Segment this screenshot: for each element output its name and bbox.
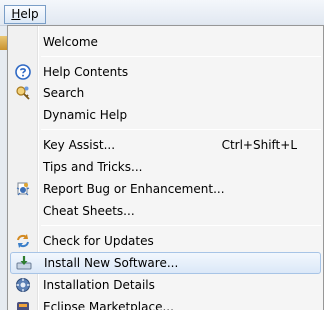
menu-item-tips-and-tricks[interactable]: Tips and Tricks... <box>10 156 321 178</box>
menu-item-report-bug[interactable]: Report Bug or Enhancement... <box>10 178 321 200</box>
install-software-icon <box>16 255 32 271</box>
update-arrows-icon <box>15 233 31 249</box>
help-menu-button[interactable]: Help <box>4 5 46 24</box>
menu-item-label: Installation Details <box>43 278 155 292</box>
menu-item-help-contents[interactable]: Help Contents <box>10 61 321 83</box>
menu-item-label: Cheat Sheets... <box>43 204 135 218</box>
bug-report-icon <box>15 181 31 197</box>
menu-item-install-new-software[interactable]: Install New Software... <box>10 252 321 274</box>
menu-item-label: Welcome <box>43 35 98 49</box>
menu-separator <box>41 225 321 226</box>
menu-item-label: Eclipse Marketplace... <box>43 300 174 310</box>
menu-item-check-for-updates[interactable]: Check for Updates <box>10 230 321 252</box>
installation-details-icon <box>15 277 31 293</box>
menu-item-label: Tips and Tricks... <box>43 160 143 174</box>
search-key-icon <box>15 85 31 101</box>
menu-bar: Help <box>0 0 324 26</box>
menu-item-label: Install New Software... <box>44 256 179 270</box>
menu-item-label: Key Assist... <box>43 138 116 152</box>
menu-item-welcome[interactable]: Welcome <box>10 31 321 53</box>
help-menu-mnemonic: H <box>11 7 21 21</box>
question-circle-icon <box>15 64 31 80</box>
menu-item-label: Dynamic Help <box>43 108 128 122</box>
menu-item-label: Report Bug or Enhancement... <box>43 182 225 196</box>
menu-separator <box>41 129 321 130</box>
menu-item-label: Help Contents <box>43 65 129 79</box>
menu-item-eclipse-marketplace[interactable]: Eclipse Marketplace... <box>10 296 321 310</box>
marketplace-icon <box>15 299 31 310</box>
menu-separator <box>41 56 321 57</box>
menu-item-label: Check for Updates <box>43 234 154 248</box>
menu-item-label: Search <box>43 86 85 100</box>
menu-item-key-assist[interactable]: Key Assist... Ctrl+Shift+L <box>10 134 321 156</box>
menu-item-shortcut: Ctrl+Shift+L <box>221 138 297 152</box>
help-menu-label: elp <box>20 7 39 21</box>
menu-item-cheat-sheets[interactable]: Cheat Sheets... <box>10 200 321 222</box>
eclipse-help-menu-screen: Help Welcome Help Contents Search Dynami… <box>0 0 324 310</box>
menu-item-dynamic-help[interactable]: Dynamic Help <box>10 104 321 126</box>
menu-item-search[interactable]: Search <box>10 82 321 104</box>
help-dropdown-menu: Welcome Help Contents Search Dynamic Hel… <box>7 25 324 310</box>
menu-item-installation-details[interactable]: Installation Details <box>10 274 321 296</box>
